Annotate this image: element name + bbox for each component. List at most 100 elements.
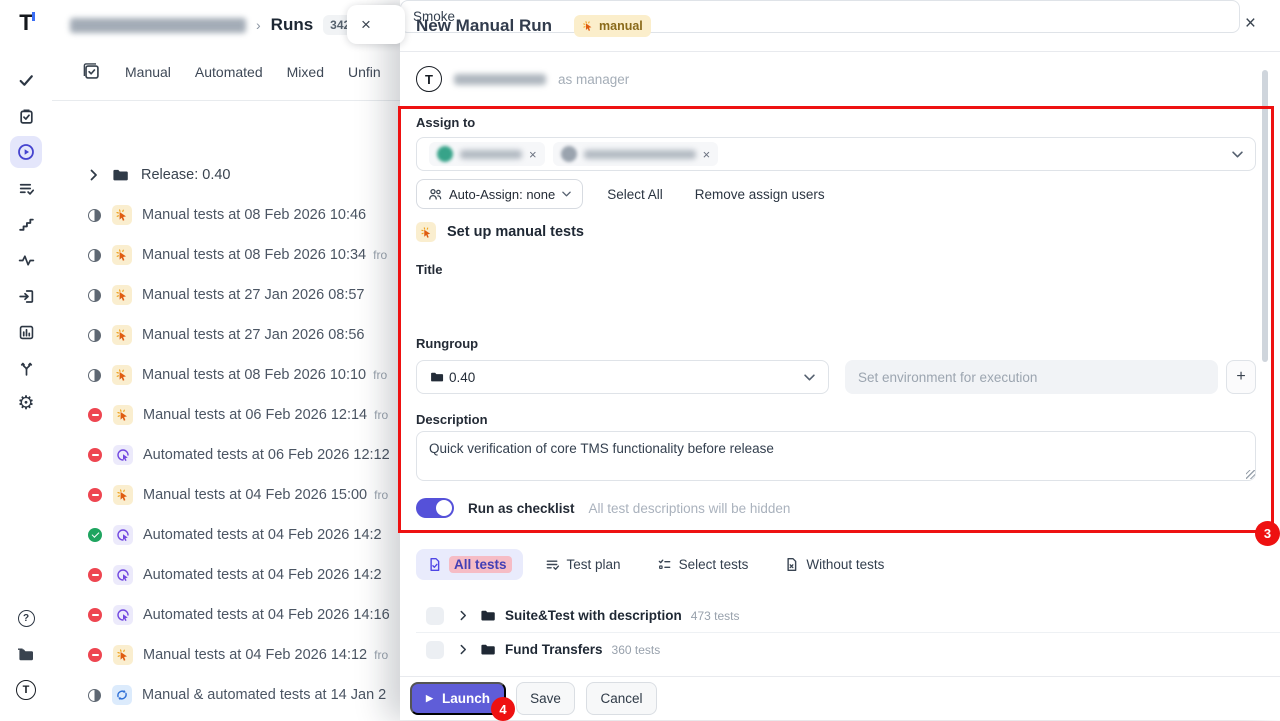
assignee-chip[interactable]: ×	[429, 142, 545, 166]
run-list: Release: 0.40 Manual tests at 08 Feb 202…	[60, 155, 400, 715]
suite-test-count: 473 tests	[691, 609, 740, 623]
run-list-item[interactable]: Automated tests at 06 Feb 2026 12:12	[60, 435, 400, 475]
run-as-checklist-row: Run as checklist All test descriptions w…	[416, 497, 790, 519]
description-label: Description	[416, 412, 488, 427]
sidebar-item-import[interactable]	[10, 280, 42, 312]
automated-run-icon	[113, 565, 133, 585]
save-button[interactable]: Save	[516, 682, 575, 715]
tab-manual[interactable]: Manual	[125, 64, 171, 80]
folder-label: Release: 0.40	[141, 167, 230, 183]
run-list-item[interactable]: Automated tests at 04 Feb 2026 14:2	[60, 515, 400, 555]
sidebar-item-reports[interactable]	[10, 316, 42, 348]
sidebar-item-checks[interactable]	[10, 64, 42, 96]
breadcrumb-separator: ›	[256, 17, 261, 33]
sidebar-item-test-plans[interactable]	[10, 172, 42, 204]
gear-icon	[17, 394, 34, 414]
suite-row[interactable]: Suite&Test with description 473 tests	[400, 599, 1280, 632]
checklist-toggle[interactable]	[416, 498, 454, 518]
checklist-hint: All test descriptions will be hidden	[589, 501, 791, 516]
rungroup-dropdown[interactable]: 0.40	[416, 360, 829, 394]
tab-mixed[interactable]: Mixed	[287, 64, 324, 80]
sidebar-item-runs[interactable]	[10, 136, 42, 168]
run-list-item[interactable]: Manual tests at 08 Feb 2026 10:10 fro	[60, 355, 400, 395]
tab-automated[interactable]: Automated	[195, 64, 263, 80]
chevron-right-icon[interactable]	[90, 169, 98, 181]
select-runs-icon[interactable]	[82, 62, 101, 81]
tab-select-tests[interactable]: Select tests	[657, 557, 749, 572]
folder-icon	[480, 609, 496, 622]
assign-to-multiselect[interactable]: × ×	[416, 137, 1256, 171]
add-environment-button[interactable]: +	[1226, 360, 1256, 394]
run-list-item[interactable]: Manual tests at 08 Feb 2026 10:46	[60, 195, 400, 235]
close-icon[interactable]: ×	[361, 15, 371, 35]
status-failed-icon	[88, 608, 102, 622]
suite-checkbox[interactable]	[426, 607, 444, 625]
remove-chip-icon[interactable]: ×	[529, 147, 537, 162]
folder-row[interactable]: Release: 0.40	[60, 155, 400, 195]
run-list-item[interactable]: Automated tests at 04 Feb 2026 14:2	[60, 555, 400, 595]
chevron-right-icon[interactable]	[460, 644, 467, 655]
run-list-item[interactable]: Manual tests at 27 Jan 2026 08:57	[60, 275, 400, 315]
auto-assign-label: Auto-Assign: none	[449, 187, 555, 202]
setup-heading-text: Set up manual tests	[447, 224, 584, 240]
tab-test-plan[interactable]: Test plan	[545, 557, 621, 572]
sidebar-item-test-cases[interactable]	[10, 100, 42, 132]
environment-input[interactable]	[845, 360, 1218, 394]
run-suffix: fro	[373, 368, 387, 382]
new-manual-run-modal: New Manual Run manual × T as manager Ass…	[400, 0, 1280, 720]
description-textarea[interactable]: Quick verification of core TMS functiona…	[416, 431, 1256, 481]
status-in-progress-icon	[88, 329, 101, 342]
sidebar-item-settings[interactable]	[10, 388, 42, 420]
assignee-chip[interactable]: ×	[553, 142, 719, 166]
tab-unfinished[interactable]: Unfin	[348, 64, 381, 80]
run-title: Manual tests at 04 Feb 2026 14:12	[143, 647, 367, 663]
modal-footer: ▶ Launch Save Cancel	[400, 676, 1280, 720]
modal-close-icon[interactable]: ×	[1245, 14, 1256, 33]
run-list-item[interactable]: Manual tests at 06 Feb 2026 12:14fro	[60, 395, 400, 435]
folder-icon	[430, 371, 444, 383]
run-list-item[interactable]: Manual tests at 27 Jan 2026 08:56	[60, 315, 400, 355]
floating-close-card: ×	[347, 5, 405, 44]
suite-name: Fund Transfers	[505, 642, 603, 657]
modal-scrollbar-thumb[interactable]	[1262, 70, 1268, 362]
select-all-link[interactable]: Select All	[607, 187, 663, 202]
run-list-item[interactable]: Manual tests at 08 Feb 2026 10:34fro	[60, 235, 400, 275]
tab-without-tests[interactable]: Without tests	[784, 557, 884, 572]
launch-button[interactable]: ▶ Launch	[410, 682, 506, 715]
run-title: Automated tests at 04 Feb 2026 14:2	[143, 527, 382, 543]
manual-run-icon	[113, 405, 133, 425]
chevron-right-icon[interactable]	[460, 610, 467, 621]
chevron-down-icon[interactable]	[1232, 151, 1243, 158]
sidebar-item-help[interactable]	[10, 602, 42, 634]
setup-manual-tests-heading: Set up manual tests	[416, 222, 584, 242]
remove-assign-users-link[interactable]: Remove assign users	[695, 187, 825, 202]
remove-chip-icon[interactable]: ×	[703, 147, 711, 162]
run-list-item[interactable]: Manual & automated tests at 14 Jan 2	[60, 675, 400, 715]
manual-run-icon	[112, 205, 132, 225]
run-list-item[interactable]: Manual tests at 04 Feb 2026 15:00fro	[60, 475, 400, 515]
run-suffix: fro	[374, 408, 388, 422]
run-list-item[interactable]: Automated tests at 04 Feb 2026 14:16	[60, 595, 400, 635]
run-type-badge-label: manual	[599, 19, 643, 33]
modal-header: New Manual Run manual ×	[400, 0, 1280, 52]
sidebar-item-profile[interactable]: T	[10, 674, 42, 706]
sidebar-item-projects[interactable]	[10, 638, 42, 670]
resize-grip-icon[interactable]	[1246, 470, 1255, 479]
run-list-item[interactable]: Manual tests at 04 Feb 2026 14:12fro	[60, 635, 400, 675]
suite-row[interactable]: Fund Transfers 360 tests	[400, 633, 1280, 666]
suite-checkbox[interactable]	[426, 641, 444, 659]
sidebar-item-activity[interactable]	[10, 244, 42, 276]
status-failed-icon	[88, 648, 102, 662]
page-title: Runs	[271, 15, 314, 35]
sidebar-item-milestones[interactable]	[10, 208, 42, 240]
cancel-button[interactable]: Cancel	[586, 682, 657, 715]
tab-all-tests[interactable]: All tests	[416, 549, 523, 580]
run-title: Manual tests at 08 Feb 2026 10:10	[142, 367, 366, 383]
sidebar-item-branches[interactable]	[10, 352, 42, 384]
run-title: Automated tests at 04 Feb 2026 14:2	[143, 567, 382, 583]
run-title: Manual tests at 08 Feb 2026 10:46	[142, 207, 366, 223]
auto-assign-button[interactable]: Auto-Assign: none	[416, 179, 583, 209]
folder-icon	[112, 168, 129, 182]
status-failed-icon	[88, 408, 102, 422]
manual-run-icon	[113, 645, 133, 665]
